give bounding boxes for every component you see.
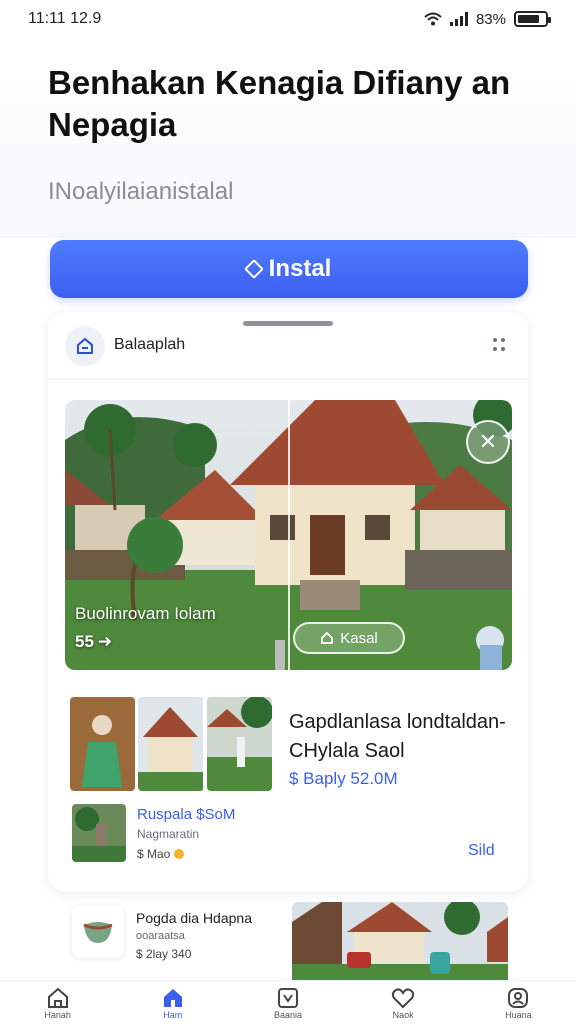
status-bar: 11:11 12.9 83%: [0, 0, 576, 38]
sub-listing-action[interactable]: Sild: [468, 842, 495, 860]
status-time: 11:11 12.9: [28, 10, 102, 27]
feature-action-label: Kasal: [340, 629, 378, 647]
nav-item-profile[interactable]: Huana: [478, 981, 558, 1020]
nav-item-map[interactable]: Baania: [248, 981, 328, 1020]
sub-listing-thumbnail[interactable]: [72, 804, 126, 862]
nav-item-active[interactable]: Ham: [133, 981, 213, 1020]
card-header: Balaaplah: [48, 312, 528, 380]
heart-icon: [392, 988, 415, 1009]
signal-icon: [449, 12, 468, 26]
home-icon: [321, 631, 334, 644]
nav-item-favorites[interactable]: Naok: [363, 981, 443, 1020]
nav-label: Naok: [392, 1010, 414, 1020]
wifi-icon: [424, 12, 442, 26]
card-title: Balaaplah: [114, 336, 186, 353]
feature-action-button[interactable]: Kasal: [293, 622, 405, 654]
bottom-listing-photo[interactable]: [292, 902, 508, 982]
home-icon: [47, 987, 68, 1008]
home-filled-icon: [163, 989, 182, 1007]
map-icon: [277, 988, 298, 1008]
listing-title[interactable]: Gapdlanlasa londtaldan- CHylala Saol: [289, 708, 514, 766]
listing-thumbnail[interactable]: [206, 697, 272, 791]
sub-listing-subtitle: Nagmaratin: [137, 827, 200, 841]
status-icons: 83%: [424, 10, 551, 28]
battery-percent: 83%: [475, 10, 506, 28]
listing-thumbnail[interactable]: [70, 697, 135, 791]
coin-icon: [174, 849, 185, 859]
feature-caption: Buolinrovam Iolam: [75, 604, 216, 623]
nav-label: Baania: [273, 1010, 302, 1020]
bowl-icon[interactable]: [72, 906, 124, 958]
sub-listing-title[interactable]: Ruspala $SoM: [137, 806, 235, 823]
sub-listing-meta-text: $ Mao: [137, 847, 171, 861]
bottom-listing-title[interactable]: Pogda dia Hdapna: [136, 910, 252, 926]
diamond-icon: [243, 259, 264, 279]
listing-thumbnails[interactable]: [70, 697, 272, 791]
listing-thumbnail[interactable]: [138, 697, 204, 791]
drag-handle[interactable]: [243, 321, 333, 326]
more-icon[interactable]: [493, 338, 507, 352]
house-icon: [65, 326, 105, 366]
compare-divider[interactable]: [288, 400, 290, 670]
bottom-navigation: Hanah Ham Baania Naok Huana: [0, 980, 576, 1024]
nav-item-home[interactable]: Hanah: [18, 981, 98, 1020]
arrow-icon: ➜: [97, 632, 113, 651]
nav-label: Hanah: [44, 1010, 71, 1020]
sub-listing-meta: $ Mao: [137, 847, 185, 861]
page-title: Benhakan Kenagia Difiany an Nepagia: [48, 64, 511, 143]
feature-count-value: 55: [75, 632, 94, 651]
nav-label: Ham: [163, 1010, 183, 1020]
bottom-listing-meta: $ 2lay 340: [136, 947, 192, 961]
listing-price: $ Baply 52.0M: [289, 769, 398, 788]
bottom-listing-subtitle: ooaraatsa: [136, 930, 185, 942]
nav-label: Huana: [505, 1010, 532, 1020]
install-button-label: Instal: [268, 255, 332, 282]
property-card: Balaaplah ✕ Buolinrovam Iolam 55 ➜ Kasal…: [48, 312, 528, 892]
feature-count: 55 ➜: [75, 632, 112, 652]
page-subtitle: INoalyilaianistalal: [48, 178, 234, 205]
battery-icon: [514, 11, 551, 27]
feature-photo[interactable]: ✕ Buolinrovam Iolam 55 ➜ Kasal: [65, 400, 512, 670]
close-icon[interactable]: ✕: [466, 420, 510, 464]
install-button[interactable]: Instal: [50, 240, 528, 298]
profile-icon: [508, 988, 529, 1008]
